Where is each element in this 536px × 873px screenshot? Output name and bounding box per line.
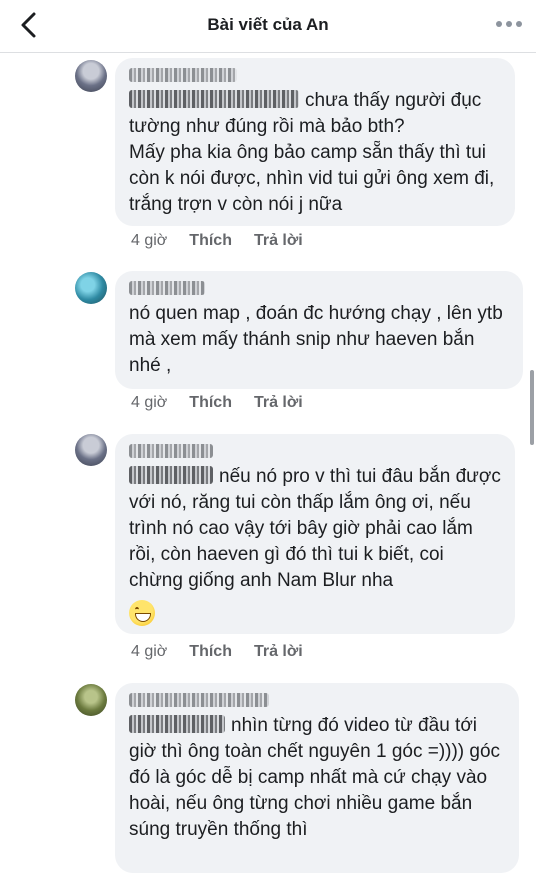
comment-text: nó quen map , đoán đc hướng chạy , lên y… [129,303,503,376]
comment-actions: 4 giờ Thích Trả lời [131,394,325,412]
avatar[interactable] [75,272,107,304]
comment-actions: 4 giờ Thích Trả lời [131,643,325,661]
tagged-name[interactable] [129,466,213,484]
reply-button[interactable]: Trả lời [254,643,303,660]
tagged-name[interactable] [129,90,299,108]
comment-text: nếu nó pro v thì tui đâu bắn được với nó… [129,466,501,591]
comment-author-name[interactable] [129,66,501,82]
scrollbar[interactable] [530,370,534,445]
grinning-sweat-emoji [129,600,155,626]
like-button[interactable]: Thích [189,394,232,411]
avatar[interactable] [75,684,107,716]
page-title: Bài viết của An [207,15,329,34]
comment-time[interactable]: 4 giờ [131,232,167,249]
comment-author-name[interactable] [129,279,509,295]
reply-button[interactable]: Trả lời [254,232,303,249]
reply-button[interactable]: Trả lời [254,394,303,411]
comment-bubble: chưa thấy người đục tường như đúng rồi m… [115,58,515,226]
comment-author-name[interactable] [129,691,505,707]
comment-time[interactable]: 4 giờ [131,643,167,660]
comment-bubble: nếu nó pro v thì tui đâu bắn được với nó… [115,434,515,634]
more-options-icon[interactable] [496,18,522,32]
comment-text: nhìn từng đó video từ đầu tới giờ thì ôn… [129,715,501,840]
comment-author-name[interactable] [129,442,501,458]
comment-bubble: nhìn từng đó video từ đầu tới giờ thì ôn… [115,683,519,873]
like-button[interactable]: Thích [189,232,232,249]
comment-bubble: nó quen map , đoán đc hướng chạy , lên y… [115,271,523,389]
avatar[interactable] [75,434,107,466]
tagged-name[interactable] [129,715,225,733]
comment-text: chưa thấy người đục tường như đúng rồi m… [129,90,495,215]
comment-actions: 4 giờ Thích Trả lời [131,232,325,250]
avatar[interactable] [75,60,107,92]
comment-time[interactable]: 4 giờ [131,394,167,411]
top-bar: Bài viết của An [0,0,536,53]
like-button[interactable]: Thích [189,643,232,660]
